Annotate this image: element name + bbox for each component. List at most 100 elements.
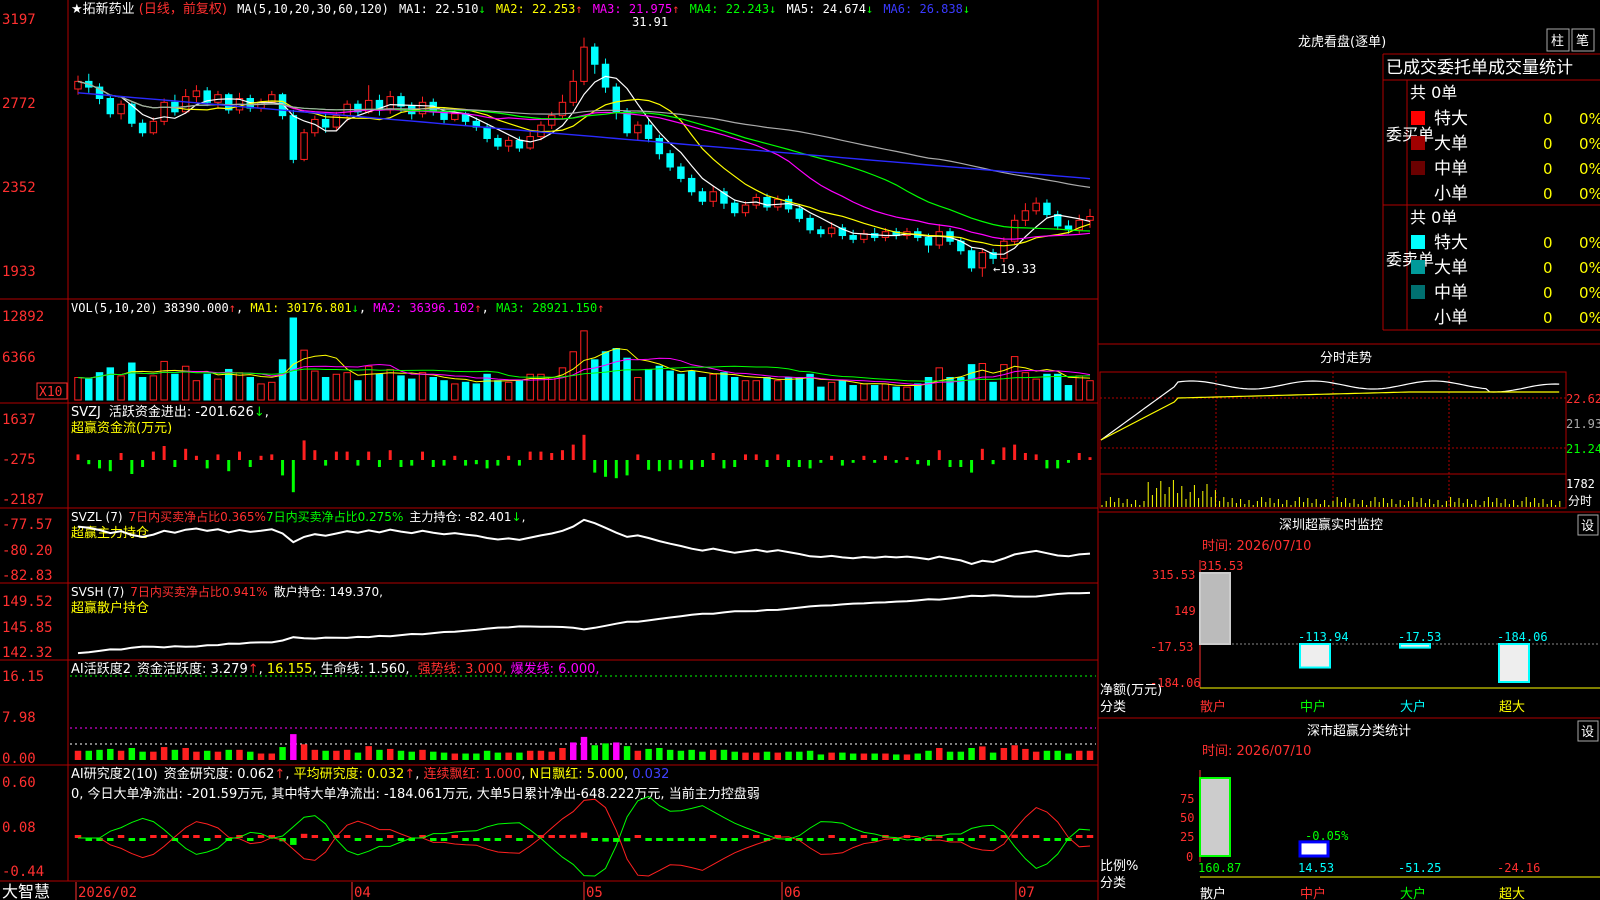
x-tick: 05 bbox=[586, 885, 603, 900]
sz-monitor-bar bbox=[1299, 643, 1331, 669]
ai-research-bar bbox=[989, 838, 997, 841]
svzj-bar bbox=[1002, 447, 1006, 460]
volume-bar bbox=[989, 381, 997, 401]
volume-bar bbox=[558, 367, 567, 401]
ai-active-bar bbox=[570, 742, 577, 760]
order-color-swatch bbox=[1411, 235, 1425, 249]
sz-class-value: 160.87 bbox=[1198, 861, 1241, 875]
svzj-bar bbox=[560, 450, 564, 460]
svzj-bar bbox=[754, 454, 758, 460]
price-tick: 2772 bbox=[2, 96, 36, 112]
sz-monitor-value: -184.06 bbox=[1497, 630, 1548, 644]
volume-bar bbox=[698, 376, 707, 401]
svzj-bar bbox=[281, 460, 285, 476]
sz-monitor-settings-label: 设 bbox=[1581, 519, 1594, 534]
order-count: 0 bbox=[1543, 259, 1553, 277]
order-color-swatch bbox=[1411, 111, 1425, 125]
buy-side-label: 委买单 bbox=[1386, 125, 1434, 144]
volume-bars bbox=[74, 317, 1094, 401]
svzj-bar bbox=[1013, 444, 1017, 460]
candle-body bbox=[623, 111, 631, 134]
ai-active-bar bbox=[871, 753, 878, 760]
ai-research-bar bbox=[699, 838, 706, 841]
sell-total: 共 0单 bbox=[1410, 208, 1457, 227]
ai-active-bar bbox=[214, 751, 222, 760]
volume-bar bbox=[300, 349, 308, 401]
ai-research-bar bbox=[1054, 838, 1061, 841]
ai-active-bar bbox=[903, 754, 911, 760]
volume-bar bbox=[1064, 385, 1073, 401]
ai-active-bar bbox=[483, 750, 491, 760]
svzj-bar bbox=[367, 451, 371, 460]
candle-body bbox=[924, 236, 933, 246]
svzj-bar bbox=[324, 460, 328, 466]
volume-bar bbox=[849, 385, 857, 401]
ai-research-bar bbox=[1076, 835, 1083, 838]
szcls-ylabel: 比例% bbox=[1100, 859, 1138, 874]
volume-bar bbox=[451, 383, 459, 401]
candle-body bbox=[978, 252, 987, 269]
sz-class-time: 时间: 2026/07/10 bbox=[1202, 744, 1311, 759]
volume-bar bbox=[547, 376, 556, 401]
order-color-swatch bbox=[1411, 186, 1425, 200]
order-count: 0 bbox=[1543, 160, 1553, 178]
ai-active-bar bbox=[516, 752, 523, 760]
sz-class-settings-label: 设 bbox=[1581, 725, 1594, 740]
volume-bar bbox=[418, 372, 427, 401]
ai-research-bar bbox=[979, 835, 986, 838]
svzj-bar bbox=[765, 460, 769, 467]
svzj-bar bbox=[130, 460, 134, 474]
ai-active-bar bbox=[117, 750, 125, 760]
svzj-bar bbox=[442, 460, 446, 466]
sz-monitor-time: 时间: 2026/07/10 bbox=[1202, 539, 1311, 554]
order-count: 0 bbox=[1543, 284, 1553, 302]
sz-class-category: 超大 bbox=[1499, 887, 1525, 900]
price-panel: 3197 2772 2352 1933 ★拓新药业 (日线，前复权) MA(5,… bbox=[2, 1, 1094, 280]
svzj-bar bbox=[862, 455, 866, 460]
ai-research-bar bbox=[150, 835, 157, 838]
volume-bar bbox=[1021, 372, 1030, 401]
volume-bar bbox=[1075, 375, 1083, 401]
volume-bar bbox=[666, 370, 674, 401]
ai-research-panel: 0.60 0.08 -0.44 AI研究度2(10) 资金研究度: 0.062↑,… bbox=[2, 766, 1094, 880]
volume-bar bbox=[763, 376, 771, 401]
candle-body bbox=[1021, 210, 1030, 221]
svzj-bar bbox=[711, 453, 715, 460]
volume-bar bbox=[257, 383, 265, 401]
volume-bar bbox=[321, 376, 330, 401]
ai-active-bar bbox=[1000, 747, 1008, 760]
ai-active-bar bbox=[376, 749, 383, 760]
ai-active-bar bbox=[591, 745, 598, 760]
ai-research-bar bbox=[871, 838, 878, 841]
volume-bar bbox=[623, 357, 631, 401]
x-tick: 07 bbox=[1018, 885, 1035, 900]
sz-monitor-panel: 深圳超赢实时监控 设 时间: 2026/07/10 315.53 149 -17… bbox=[1100, 514, 1600, 715]
candle-body bbox=[515, 139, 524, 149]
volume-bar bbox=[440, 380, 448, 401]
price-tick: 1933 bbox=[2, 264, 36, 280]
sz-class-value: -51.25 bbox=[1398, 861, 1441, 875]
candle-body bbox=[730, 202, 739, 214]
candle-body bbox=[1053, 214, 1062, 227]
ai-active-bar bbox=[666, 749, 674, 760]
ai-active-bar bbox=[548, 751, 555, 760]
candle-body bbox=[827, 227, 836, 235]
ai2-header: AI研究度2(10) 资金研究度: 0.062↑, 平均研究度: 0.032↑, … bbox=[71, 766, 669, 782]
ai-research-bar bbox=[473, 838, 480, 841]
ai-active-bar bbox=[623, 746, 631, 760]
ai1-tick: 0.00 bbox=[2, 751, 36, 767]
order-size-label: 大单 bbox=[1434, 258, 1468, 278]
volume-bar bbox=[741, 380, 750, 401]
ai-research-bar bbox=[548, 835, 555, 838]
ai-active-bar bbox=[430, 751, 437, 760]
ai-active-bar bbox=[849, 753, 857, 760]
svzj-bar bbox=[464, 460, 468, 466]
x-tick: 06 bbox=[784, 885, 801, 900]
volume-bar bbox=[612, 348, 621, 401]
volume-bar bbox=[720, 372, 728, 401]
svzj-panel: 1637 -275 -2187 SVZJ 活跃资金进出: -201.626↓, 超… bbox=[2, 404, 1092, 508]
ai-research-bar bbox=[376, 838, 383, 841]
ai-research-bar bbox=[634, 835, 642, 838]
ai-research-bar bbox=[505, 835, 512, 838]
volume-bar bbox=[128, 362, 136, 401]
